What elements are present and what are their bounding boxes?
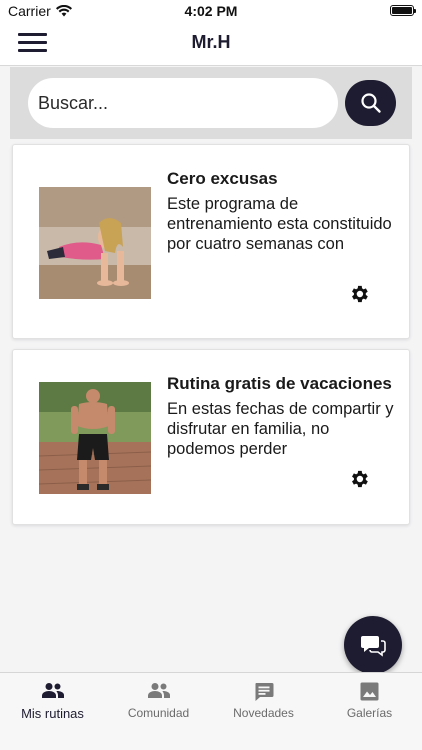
tab-mis-rutinas[interactable]: Mis rutinas	[0, 673, 105, 729]
message-icon	[254, 683, 273, 701]
tab-label: Novedades	[233, 706, 294, 720]
gear-icon[interactable]	[348, 468, 370, 490]
gear-icon[interactable]	[348, 283, 370, 305]
card-title: Cero excusas	[167, 169, 278, 188]
card-title: Rutina gratis de vacaciones	[167, 374, 392, 393]
tab-galerias[interactable]: Galerías	[317, 673, 422, 729]
tab-label: Mis rutinas	[21, 706, 84, 721]
image-icon	[360, 682, 379, 701]
people-icon	[147, 683, 170, 698]
search-icon	[360, 93, 381, 113]
status-bar: Carrier 4:02 PM	[0, 0, 422, 22]
search-button[interactable]	[345, 80, 396, 126]
battery-icon	[390, 5, 416, 16]
card-description: En estas fechas de compartir y disfrutar…	[167, 400, 394, 458]
people-icon	[41, 683, 64, 698]
tab-bar: Mis rutinas Comunidad Novedades Galerías	[0, 672, 422, 750]
page-title: Mr.H	[191, 32, 231, 52]
nav-bar: Mr.H	[0, 22, 422, 66]
tab-label: Comunidad	[127, 706, 190, 720]
woman-pushup-photo	[39, 187, 151, 299]
muscular-man-photo	[39, 382, 151, 494]
chat-bubbles-icon	[361, 636, 386, 657]
routine-card[interactable]: Rutina gratis de vacaciones En estas fec…	[12, 349, 410, 525]
tab-novedades[interactable]: Novedades	[211, 673, 316, 729]
routine-card[interactable]: Cero excusas Este programa de entrenamie…	[12, 144, 410, 339]
tab-label: Galerías	[346, 706, 393, 720]
search-input[interactable]	[28, 78, 338, 128]
status-time: 4:02 PM	[184, 3, 238, 19]
tab-comunidad[interactable]: Comunidad	[106, 673, 211, 729]
card-description: Este programa de entrenamiento esta cons…	[167, 195, 392, 253]
chat-button[interactable]	[344, 616, 402, 674]
search-bar	[10, 67, 412, 139]
